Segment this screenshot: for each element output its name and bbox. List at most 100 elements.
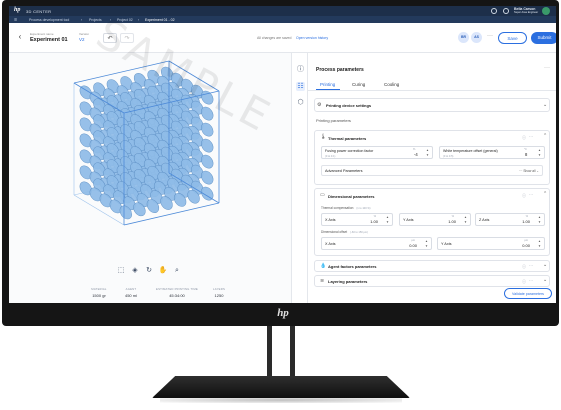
field-value[interactable]: 0.00 <box>409 243 417 248</box>
save-button[interactable]: Save <box>498 32 527 44</box>
more-options-icon[interactable]: ··· <box>529 192 533 197</box>
field-range: (0 to 0.1) <box>325 154 336 158</box>
cube-icon[interactable]: ⬡ <box>296 98 305 107</box>
chevron-down-icon[interactable]: ⌄ <box>543 277 547 283</box>
thermal-comp-z-field[interactable]: Z Axis % 1.00 ▲ ▼ <box>475 213 545 226</box>
stepper-icon[interactable]: ▲ ▼ <box>425 239 428 249</box>
stepper-icon[interactable]: ▲ ▼ <box>538 215 541 225</box>
field-value[interactable]: 8 <box>525 152 527 157</box>
white-temperature-field[interactable]: White temperature offset (general) (0 to… <box>439 146 545 159</box>
chevron-down-icon[interactable]: ⌄ <box>543 102 547 108</box>
chevron-up-icon[interactable]: ⌃ <box>543 191 547 197</box>
redo-button[interactable]: ↷ <box>120 33 134 43</box>
info-icon[interactable]: ⓘ <box>522 135 526 141</box>
stepper-icon[interactable]: ▲ ▼ <box>426 148 429 158</box>
info-icon[interactable]: ⓘ <box>522 264 526 270</box>
panel-more-icon[interactable]: ··· <box>544 65 550 71</box>
more-options-icon[interactable]: ··· <box>529 134 533 139</box>
saved-status: All changes are saved <box>257 36 292 40</box>
agent-factors-card[interactable]: 💧 Agent factors parameters ⓘ ··· ⌄ <box>314 260 550 272</box>
thermometer-icon: 🌡 <box>320 134 327 140</box>
collaborator-badge[interactable]: BR <box>458 32 469 43</box>
stat-agent: AGENT 450 ml <box>117 287 145 298</box>
axis-label: X Axis <box>325 218 336 222</box>
breadcrumb: ☰ Process development tool › Projects › … <box>9 16 556 23</box>
ruler-icon: ▭ <box>320 192 325 198</box>
rotate-icon[interactable]: ↻ <box>144 266 154 276</box>
field-value[interactable]: -4 <box>414 152 418 157</box>
layers-icon[interactable]: ◈ <box>130 266 140 276</box>
group-label: Dimensional offset <box>321 230 348 234</box>
stepper-icon[interactable]: ▲ ▼ <box>538 239 541 249</box>
parameters-icon[interactable]: ☷ <box>296 82 305 91</box>
field-unit: % <box>525 215 528 218</box>
group-range: (-60 to 150 µm) <box>350 231 368 234</box>
stepper-icon[interactable]: ▲ ▼ <box>538 148 541 158</box>
back-button[interactable]: ‹ <box>15 31 25 43</box>
stat-value: 45:34:00 <box>169 292 185 298</box>
tab-curing[interactable]: Curing <box>352 82 365 87</box>
more-options-icon[interactable]: ··· <box>487 33 493 39</box>
more-options-icon[interactable]: ··· <box>529 263 533 268</box>
parameter-tabs: Printing Curing Cooling <box>308 79 556 91</box>
3d-viewer[interactable]: ⬚ ◈ ↻ ✋ ⌕ MATERIAL 1500 gr AGENT 450 ml … <box>9 53 291 303</box>
thermal-comp-y-field[interactable]: Y Axis % 1.00 ▲ ▼ <box>399 213 471 226</box>
monitor-bezel: hp 3D CENTER Bella Carson Super Area Eng… <box>2 0 559 326</box>
avatar[interactable] <box>542 7 550 15</box>
field-value[interactable]: 1.00 <box>522 219 530 224</box>
notification-icon[interactable] <box>491 8 497 14</box>
stand-pole <box>267 326 272 381</box>
stand-shadow <box>160 397 402 403</box>
field-value[interactable]: 0.00 <box>522 243 530 248</box>
stat-label: MATERIAL <box>91 287 107 291</box>
user-info[interactable]: Bella Carson Super Area Engineer <box>514 7 538 15</box>
dimensional-offset-y-field[interactable]: Y Axis µm 0.00 ▲ ▼ <box>437 237 545 250</box>
breadcrumb-item[interactable]: Project 02 <box>117 18 133 22</box>
submit-button[interactable]: Submit <box>531 32 556 44</box>
tab-cooling[interactable]: Cooling <box>384 82 399 87</box>
version-history-link[interactable]: Open version history <box>296 36 328 40</box>
tab-printing[interactable]: Printing <box>320 82 335 87</box>
dimensional-offset-x-field[interactable]: X Axis µm 0.00 ▲ ▼ <box>321 237 432 250</box>
menu-icon[interactable]: ☰ <box>14 18 17 22</box>
collaborator-badge[interactable]: AS <box>471 32 482 43</box>
info-icon[interactable]: ⓘ <box>522 193 526 199</box>
viewer-toolbar: ⬚ ◈ ↻ ✋ ⌕ <box>116 266 196 276</box>
stat-layers: LAYERS 1250 <box>207 287 231 298</box>
chevron-up-icon[interactable]: ⌃ <box>543 133 547 139</box>
stat-label: ESTIMATED PRINTING TIME <box>156 287 198 291</box>
printing-device-settings-card[interactable]: ⚙ Printing device settings ⌄ <box>314 98 550 112</box>
layering-parameters-card[interactable]: ≋ Layering parameters ⓘ ··· ⌄ <box>314 275 550 287</box>
advanced-parameters-row[interactable]: Advanced Parameters ··· Show all ⌄ <box>321 165 543 176</box>
pan-hand-icon[interactable]: ✋ <box>158 266 168 276</box>
fusing-power-field[interactable]: Fusing power correction factor (0 to 0.1… <box>321 146 433 159</box>
help-icon[interactable] <box>503 8 509 14</box>
undo-icon: ↶ <box>107 36 113 42</box>
stepper-icon[interactable]: ▲ ▼ <box>464 215 467 225</box>
stat-label: AGENT <box>125 287 137 291</box>
show-all-link[interactable]: ··· Show all ⌄ <box>519 169 539 173</box>
version-label: Version <box>79 32 90 36</box>
experiment-name[interactable]: Experiment 01 <box>30 37 68 43</box>
breadcrumb-item[interactable]: Process development tool <box>29 18 69 22</box>
breadcrumb-item[interactable]: Projects <box>89 18 102 22</box>
field-value[interactable]: 1.00 <box>370 219 378 224</box>
validate-parameters-button[interactable]: Validate parameters <box>504 288 552 299</box>
info-icon[interactable]: ⓘ <box>296 65 305 74</box>
more-options-icon[interactable]: ··· <box>529 278 533 283</box>
field-value[interactable]: 1.00 <box>448 219 456 224</box>
info-icon[interactable]: ⓘ <box>522 279 526 285</box>
dimensional-parameters-card: ▭ Dimensional parameters ⓘ ··· ⌃ Thermal… <box>314 188 550 256</box>
monitor-stand-base <box>152 376 410 398</box>
view-cube-icon[interactable]: ⬚ <box>116 266 126 276</box>
undo-button[interactable]: ↶ <box>103 33 117 43</box>
chevron-down-icon[interactable]: ⌄ <box>543 262 547 268</box>
version-selector[interactable]: V2 <box>79 37 85 42</box>
zoom-icon[interactable]: ⌕ <box>172 266 182 276</box>
thermal-comp-x-field[interactable]: X Axis % 1.00 ▲ ▼ <box>321 213 393 226</box>
stat-printing-time: ESTIMATED PRINTING TIME 45:34:00 <box>151 287 203 298</box>
dimensional-offset-label: Dimensional offset (-60 to 150 µm) <box>321 230 368 234</box>
card-title: Thermal parameters <box>328 136 367 141</box>
stepper-icon[interactable]: ▲ ▼ <box>386 215 389 225</box>
show-all-label: Show all <box>523 169 536 173</box>
